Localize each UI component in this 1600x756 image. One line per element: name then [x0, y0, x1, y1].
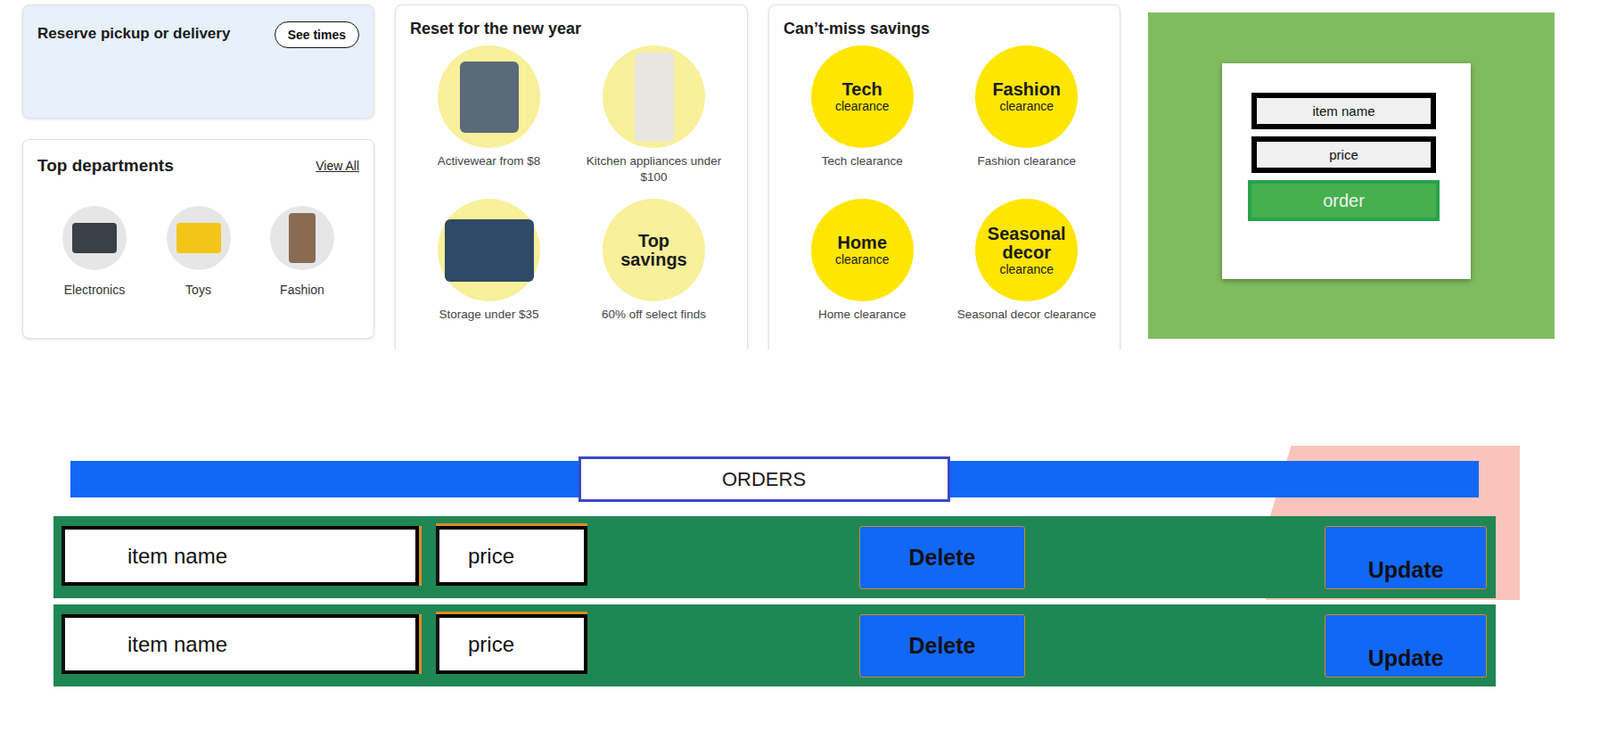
savings-name: Home [820, 233, 903, 253]
department-image [166, 205, 231, 271]
price-cell[interactable]: price [435, 614, 588, 674]
promo-label: Activewear from $8 [437, 153, 542, 170]
orders-list: ORDERSitem namepriceDeleteUpdateitem nam… [53, 460, 1496, 687]
department-item[interactable]: Toys [154, 205, 244, 297]
promo-circle: Top savings [602, 198, 706, 302]
department-photo [288, 213, 316, 263]
savings-name: Tech [820, 80, 903, 99]
department-label: Toys [185, 282, 212, 297]
order-button[interactable]: order [1247, 180, 1440, 222]
promo-item[interactable]: Activewear from $8 [410, 45, 568, 194]
department-item[interactable]: Electronics [49, 205, 140, 297]
department-label: Electronics [64, 282, 125, 297]
see-times-button[interactable]: See times [274, 21, 360, 49]
promo-photo [444, 219, 534, 282]
order-form-panel: order [1148, 12, 1555, 339]
departments-title: Top departments [37, 155, 174, 176]
promo-circle [602, 45, 706, 148]
promo-item[interactable]: Top savings 60% off select finds [574, 198, 733, 347]
savings-title: Can’t-miss savings [783, 19, 1106, 39]
orders-title: ORDERS [578, 456, 951, 502]
promo-label: Kitchen appliances under $100 [578, 153, 731, 186]
pickup-title: Reserve pickup or delivery [37, 21, 230, 43]
savings-circle: Techclearance [811, 45, 914, 148]
department-photo [176, 222, 222, 254]
promo-label: 60% off select finds [601, 306, 706, 323]
order-form: order [1222, 63, 1471, 279]
savings-item[interactable]: HomeclearanceHome clearance [783, 198, 942, 347]
promo-item[interactable]: Kitchen appliances under $100 [574, 45, 733, 194]
department-item[interactable]: Fashion [257, 205, 347, 297]
department-image [270, 205, 335, 271]
left-column: Reserve pickup or delivery See times Top d… [22, 4, 375, 339]
savings-item[interactable]: Seasonal decorclearanceSeasonal decor cl… [948, 198, 1107, 347]
savings-card: Can’t-miss savingsTechclearanceTech clea… [768, 4, 1121, 350]
price-cell[interactable]: price [435, 525, 588, 586]
promo-item[interactable]: Storage under $35 [410, 198, 568, 347]
department-photo [72, 222, 117, 254]
promo-card: Reset for the new year Activewear from $8… [394, 4, 748, 350]
savings-label: Seasonal decor clearance [957, 306, 1097, 323]
order-row: item name price Delete Update [53, 516, 1496, 599]
delete-button[interactable]: Delete [859, 525, 1026, 590]
promo-grid: Activewear from $8 Kitchen appliances und… [410, 45, 733, 347]
order-rows: item name price Delete Update item name price… [53, 516, 1496, 687]
savings-circle: Fashionclearance [975, 45, 1078, 148]
promo-circle [437, 45, 541, 148]
promo-label: Storage under $35 [439, 306, 540, 323]
savings-circle: Homeclearance [811, 198, 914, 302]
pickup-card: Reserve pickup or delivery See times [22, 4, 375, 119]
savings-item[interactable]: FashionclearanceFashion clearance [948, 45, 1107, 194]
savings-item[interactable]: TechclearanceTech clearance [783, 45, 942, 194]
savings-name: Seasonal decor [985, 224, 1068, 263]
page: Reserve pickup or delivery See times Top d… [0, 0, 1600, 756]
form-input[interactable] [1251, 92, 1436, 130]
update-button[interactable]: Update [1324, 525, 1487, 590]
savings-name: Fashion [985, 80, 1068, 99]
savings-grid: TechclearanceTech clearanceFashioncleara… [783, 45, 1106, 347]
delete-button[interactable]: Delete [859, 614, 1026, 678]
departments-header: Top departments View All [37, 155, 360, 176]
orders-section: ORDERSitem namepriceDeleteUpdateitem nam… [0, 460, 1600, 687]
promo-photo [459, 61, 519, 133]
savings-label: Home clearance [818, 306, 906, 323]
promo-title: Reset for the new year [410, 19, 733, 39]
promo-photo [634, 52, 674, 142]
savings-sub: clearance [999, 98, 1054, 114]
savings-label: Tech clearance [821, 153, 903, 170]
savings-circle: Seasonal decorclearance [975, 198, 1078, 302]
savings-sub: clearance [999, 262, 1054, 277]
order-row: item name price Delete Update [53, 604, 1496, 687]
department-list: Electronics Toys Fashion [37, 175, 360, 297]
savings-sub: clearance [835, 252, 890, 267]
item-cell[interactable]: item name [61, 525, 419, 586]
promo-badge: Top savings [618, 231, 690, 270]
savings-label: Fashion clearance [977, 153, 1076, 170]
update-button[interactable]: Update [1324, 614, 1487, 678]
department-label: Fashion [279, 282, 325, 297]
promo-circle [437, 198, 541, 302]
orders-bar: ORDERS [70, 460, 1479, 498]
departments-card: Top departments View All Electronics Toys Fa… [22, 139, 375, 339]
department-image [62, 205, 127, 271]
top-section: Reserve pickup or delivery See times Top d… [0, 0, 1600, 350]
form-input[interactable] [1251, 136, 1436, 173]
item-cell[interactable]: item name [61, 614, 419, 674]
view-all-link[interactable]: View All [315, 158, 360, 173]
savings-sub: clearance [835, 98, 890, 114]
